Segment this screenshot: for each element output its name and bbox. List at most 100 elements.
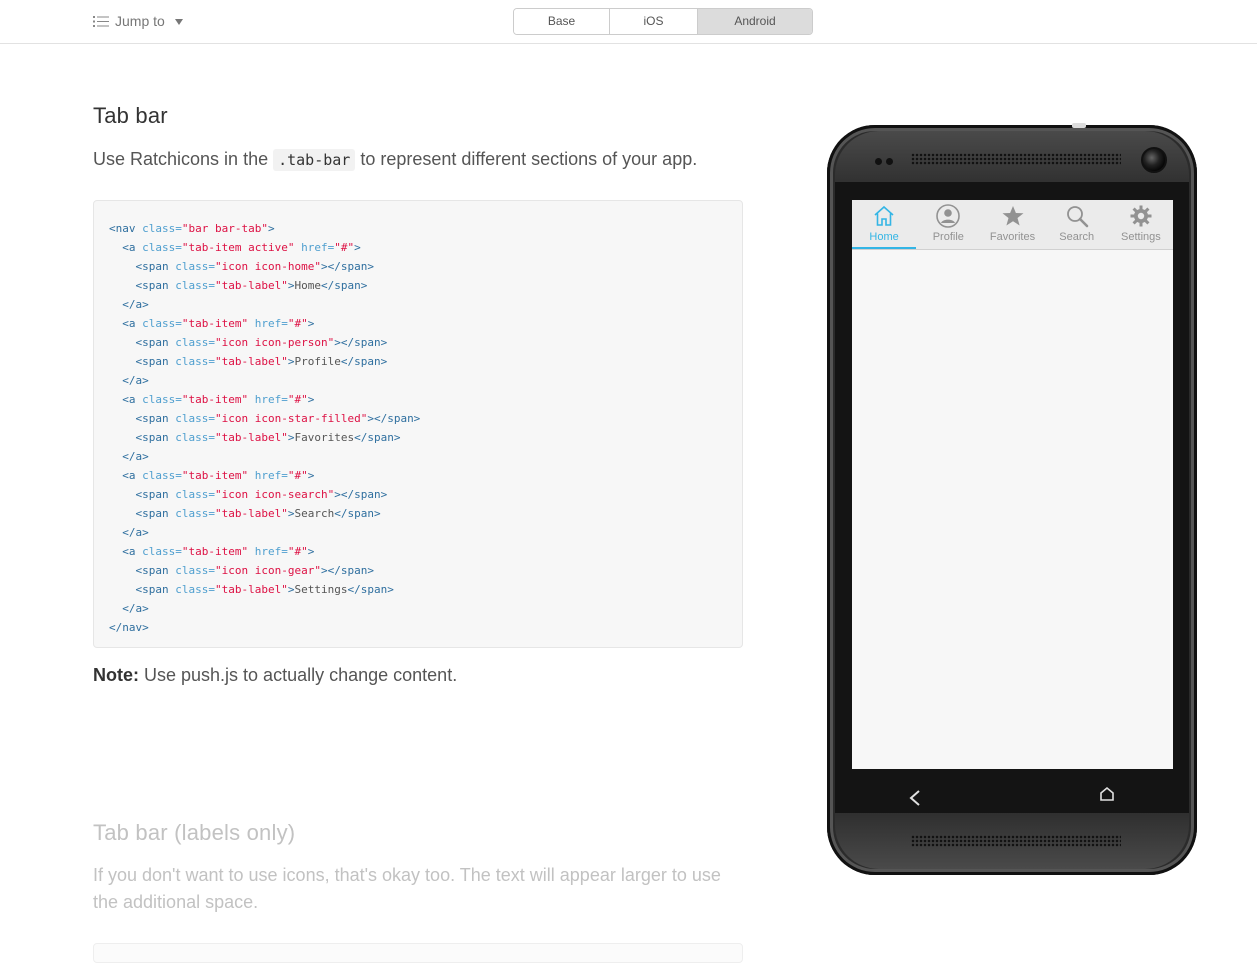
code-token: </nav>	[109, 621, 149, 634]
code-line: </a>	[109, 374, 149, 387]
tab-label: Search	[1059, 231, 1095, 243]
code-token: </a>	[122, 450, 149, 463]
platform-android[interactable]: Android	[698, 9, 812, 34]
phone-top-bezel	[835, 131, 1189, 187]
code-token: "#"	[287, 545, 308, 558]
code-content: <nav class="bar bar-tab"> <a class="tab-…	[109, 219, 420, 637]
code-block-labels-only	[93, 943, 743, 963]
tab-favorites[interactable]: Favorites	[980, 200, 1044, 249]
code-token: "bar bar-tab"	[181, 222, 268, 235]
code-token: </span>	[347, 583, 394, 596]
code-line: <a class="tab-item" href="#">	[109, 317, 314, 330]
code-token: <span	[135, 260, 176, 273]
list-icon	[93, 15, 109, 27]
code-token: class=	[175, 336, 215, 349]
code-token: class=	[175, 412, 215, 425]
code-token: ></span>	[367, 412, 421, 425]
code-token: "tab-label"	[215, 583, 288, 596]
back-icon[interactable]	[908, 789, 922, 807]
code-token: class=	[175, 431, 215, 444]
code-token: <a	[122, 545, 143, 558]
code-token: class=	[142, 469, 182, 482]
code-token: >	[307, 545, 315, 558]
jump-to-menu[interactable]: Jump to	[93, 13, 183, 29]
code-line: <span class="icon icon-star-filled"></sp…	[109, 412, 421, 425]
section-lead-labels-only: If you don't want to use icons, that's o…	[93, 865, 721, 912]
star-icon	[1002, 206, 1023, 226]
platform-base[interactable]: Base	[514, 9, 610, 34]
code-token: "icon icon-person"	[215, 336, 335, 349]
code-token: class=	[142, 222, 182, 235]
lead-text-after: to represent different sections of your …	[355, 149, 698, 169]
code-token: "tab-item"	[181, 469, 249, 482]
code-token: class=	[142, 545, 182, 558]
code-token: class=	[175, 260, 215, 273]
code-token: >	[307, 317, 315, 330]
code-line: </nav>	[109, 621, 149, 634]
home-key-icon[interactable]	[1099, 786, 1115, 802]
platform-ios[interactable]: iOS	[610, 9, 698, 34]
code-token: "#"	[287, 469, 308, 482]
code-token: <a	[122, 469, 143, 482]
phone-bottom-bezel	[835, 813, 1189, 869]
code-token: </a>	[122, 374, 149, 387]
code-token: </span>	[340, 355, 388, 368]
tab-settings[interactable]: Settings	[1109, 200, 1173, 249]
code-token: "tab-item"	[181, 545, 249, 558]
code-token: Favorites	[294, 431, 355, 444]
code-line: <a class="tab-item" href="#">	[109, 545, 314, 558]
code-token: <span	[135, 412, 176, 425]
code-token: class=	[142, 393, 182, 406]
code-token: <nav	[109, 222, 143, 235]
code-token: href=	[294, 241, 335, 254]
code-token: ></span>	[334, 488, 388, 501]
code-token: <span	[135, 355, 176, 368]
code-line: </a>	[109, 602, 149, 615]
code-token: >	[307, 469, 315, 482]
code-line: <nav class="bar bar-tab">	[109, 222, 275, 235]
tab-search[interactable]: Search	[1045, 200, 1109, 249]
tab-home[interactable]: Home	[852, 200, 917, 249]
code-token: </a>	[122, 298, 149, 311]
platform-switcher: Base iOS Android	[513, 8, 813, 35]
code-token: Profile	[294, 355, 341, 368]
code-token: </a>	[122, 602, 149, 615]
section-title-labels-only: Tab bar (labels only)	[93, 820, 296, 845]
code-line: <a class="tab-item" href="#">	[109, 393, 314, 406]
code-token: Home	[294, 279, 321, 292]
jump-to-label: Jump to	[115, 13, 165, 29]
tab-label: Home	[869, 231, 899, 243]
inline-code: .tab-bar	[273, 149, 356, 171]
top-bar: Jump to Base iOS Android	[0, 0, 1257, 44]
tab-label: Favorites	[989, 231, 1036, 243]
code-token: href=	[248, 393, 288, 406]
code-token: "tab-label"	[215, 507, 288, 520]
code-token: "tab-label"	[215, 431, 288, 444]
code-token: class=	[175, 279, 215, 292]
code-line: <span class="icon icon-home"></span>	[109, 260, 374, 273]
bottom-speaker-grille	[911, 835, 1121, 847]
gear-icon	[1130, 205, 1152, 227]
code-line: <span class="icon icon-search"></span>	[109, 488, 388, 501]
code-token: "tab-item active"	[181, 241, 295, 254]
code-line: <span class="icon icon-gear"></span>	[109, 564, 374, 577]
code-line: <span class="tab-label">Home</span>	[109, 279, 368, 292]
code-token: <span	[135, 336, 176, 349]
code-line: <a class="tab-item active" href="#">	[109, 241, 360, 254]
caret-down-icon	[174, 18, 183, 25]
code-token: class=	[175, 507, 215, 520]
code-token: "#"	[287, 393, 308, 406]
proximity-sensor	[875, 158, 882, 165]
tab-profile[interactable]: Profile	[916, 200, 980, 249]
code-token: Settings	[294, 583, 348, 596]
code-line: <span class="icon icon-person"></span>	[109, 336, 388, 349]
